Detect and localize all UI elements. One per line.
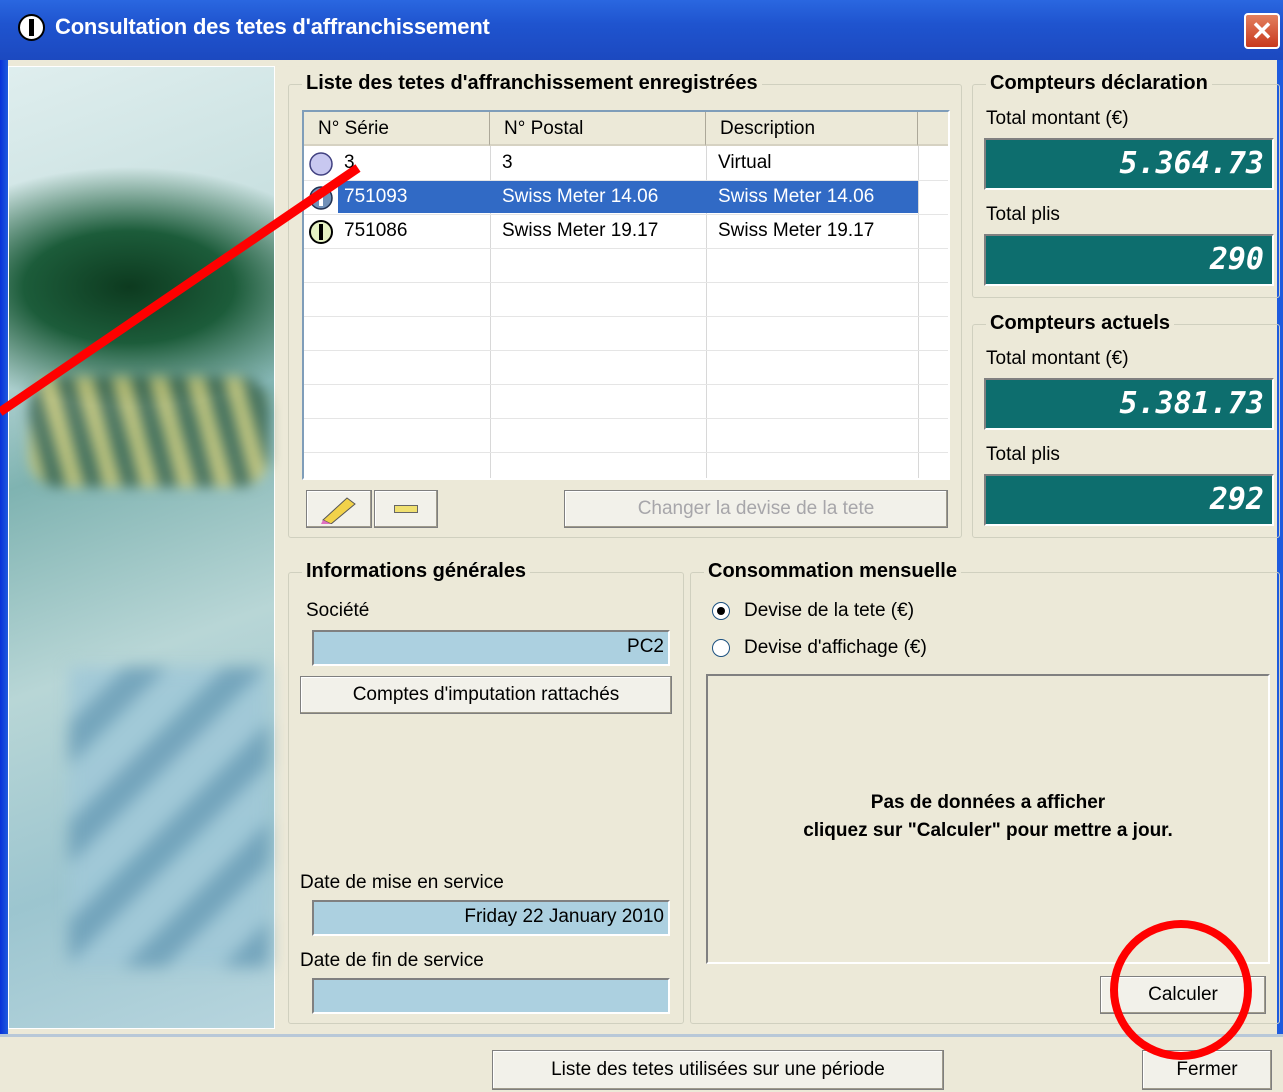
power-head-icon — [309, 220, 333, 244]
cell-postal: 3 — [502, 152, 513, 173]
calculate-button[interactable]: Calculer — [1100, 976, 1266, 1014]
list-item[interactable]: 751093 Swiss Meter 14.06 Swiss Meter 14.… — [304, 180, 948, 214]
list-item[interactable]: 751086 Swiss Meter 19.17 Swiss Meter 19.… — [304, 214, 948, 248]
radio-head-currency[interactable] — [712, 602, 730, 620]
close-button[interactable]: Fermer — [1142, 1050, 1272, 1090]
column-header-filler — [918, 112, 948, 146]
list-item[interactable]: 3 3 Virtual — [304, 146, 948, 180]
decl-amount-label: Total montant (€) — [986, 108, 1129, 129]
column-header-description[interactable]: Description — [706, 112, 918, 146]
curr-amount-display: 5.381.73 — [984, 378, 1274, 430]
cell-description: Swiss Meter 19.17 — [718, 220, 875, 241]
change-currency-button[interactable]: Changer la devise de la tete — [564, 490, 948, 528]
pencil-icon — [321, 497, 356, 524]
app-power-icon — [18, 14, 45, 41]
cell-serie: 751086 — [344, 220, 408, 241]
curr-amount-label: Total montant (€) — [986, 348, 1129, 369]
close-window-button[interactable]: ✕ — [1244, 13, 1280, 49]
cell-postal: Swiss Meter 14.06 — [490, 181, 706, 213]
window-title: Consultation des tetes d'affranchissemen… — [55, 14, 490, 39]
empty-message-line2: cliquez sur "Calculer" pour mettre a jou… — [803, 820, 1173, 841]
cell-description: Virtual — [718, 152, 772, 173]
curr-items-label: Total plis — [986, 444, 1060, 465]
column-header-serie[interactable]: N° Série — [304, 112, 490, 146]
edit-head-button[interactable] — [306, 490, 372, 528]
decl-items-display: 290 — [984, 234, 1274, 286]
virtual-head-icon — [309, 152, 333, 176]
radio-head-currency-label[interactable]: Devise de la tete (€) — [744, 600, 914, 622]
end-date-label: Date de fin de service — [300, 950, 484, 971]
decl-amount-display: 5.364.73 — [984, 138, 1274, 190]
monthly-consumption-legend: Consommation mensuelle — [704, 560, 961, 583]
empty-message-line1: Pas de données a afficher — [870, 792, 1106, 813]
end-date-field — [312, 978, 670, 1014]
remove-head-button[interactable] — [374, 490, 438, 528]
monthly-chart-area: Pas de données a afficher cliquez sur "C… — [706, 674, 1270, 964]
column-header-postal[interactable]: N° Postal — [490, 112, 706, 146]
decorative-side-image — [8, 66, 275, 1029]
minus-icon — [394, 505, 418, 513]
curr-items-display: 292 — [984, 474, 1274, 526]
start-date-label: Date de mise en service — [300, 872, 504, 893]
heads-list-legend: Liste des tetes d'affranchissement enreg… — [302, 72, 762, 95]
cell-serie: 751093 — [338, 181, 490, 213]
start-date-field: Friday 22 January 2010 — [312, 900, 670, 936]
heads-listview[interactable]: N° Série N° Postal Description 3 3 Virtu… — [302, 110, 950, 480]
meter-head-icon — [309, 186, 333, 210]
cell-description: Swiss Meter 14.06 — [706, 181, 918, 213]
title-bar[interactable]: Consultation des tetes d'affranchissemen… — [0, 0, 1283, 60]
declaration-counters-legend: Compteurs déclaration — [986, 72, 1212, 95]
period-list-button[interactable]: Liste des tetes utilisées sur une périod… — [492, 1050, 944, 1090]
company-field: PC2 — [312, 630, 670, 666]
radio-display-currency[interactable] — [712, 639, 730, 657]
cell-postal: Swiss Meter 19.17 — [502, 220, 659, 241]
linked-accounts-button[interactable]: Comptes d'imputation rattachés — [300, 676, 672, 714]
company-label: Société — [306, 600, 370, 621]
current-counters-legend: Compteurs actuels — [986, 312, 1175, 335]
radio-display-currency-label[interactable]: Devise d'affichage (€) — [744, 637, 927, 659]
cell-serie: 3 — [344, 152, 355, 173]
general-info-legend: Informations générales — [302, 560, 531, 583]
decl-items-label: Total plis — [986, 204, 1060, 225]
window-frame-left — [0, 60, 8, 1092]
